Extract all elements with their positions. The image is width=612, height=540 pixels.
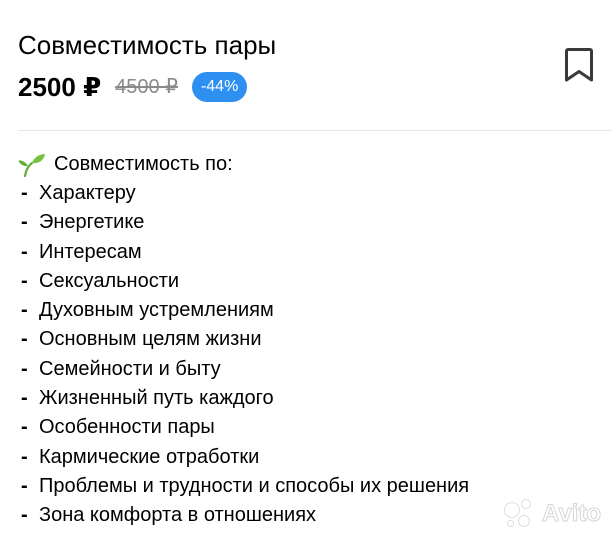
sprout-icon (18, 153, 45, 177)
list-item: - Сексуальности (18, 267, 598, 296)
list-dash: - (21, 504, 28, 527)
avito-logo-dots (504, 499, 538, 529)
list-item: - Духовным устремлениям (18, 296, 598, 325)
description: Совместимость по: - Характеру - Энергетике… (18, 150, 598, 531)
list-dash: - (21, 416, 28, 439)
price-row: 2500 ₽ 4500 ₽ -44% (18, 70, 248, 104)
list-item: - Кармические отработки (18, 443, 598, 472)
list-item: - Особенности пары (18, 413, 598, 442)
list-dash: - (21, 474, 28, 497)
avito-watermark-text: Avito (541, 500, 602, 528)
list-item-text: Семейности и быту (39, 357, 221, 380)
current-price: 2500 ₽ (18, 72, 102, 102)
list-item-text: Интересам (39, 240, 142, 263)
list-dash: - (21, 299, 28, 322)
list-dash: - (21, 357, 28, 380)
list-item: - Энергетике (18, 208, 598, 237)
list-dash: - (21, 240, 28, 263)
avito-watermark: Avito (504, 499, 602, 529)
list-item-text: Сексуальности (39, 269, 180, 292)
list-item: - Проблемы и трудности и способы их решен… (18, 472, 598, 501)
discount-badge: -44% (191, 72, 248, 102)
divider (18, 130, 612, 131)
description-heading-text: Совместимость по: (54, 153, 233, 175)
list-item-text: Проблемы и трудности и способы их решени… (39, 474, 470, 497)
list-item: - Характеру (18, 179, 598, 208)
list-dash: - (21, 211, 28, 234)
bookmark-button[interactable] (559, 45, 599, 85)
bookmark-icon (565, 48, 593, 82)
list-item: - Семейности и быту (18, 355, 598, 384)
list-item-text: Энергетике (39, 211, 145, 234)
compatibility-list: - Характеру - Энергетике - Интересам - Сексу… (18, 179, 598, 531)
list-dash: - (21, 269, 28, 292)
list-dash: - (21, 445, 28, 468)
list-item-text: Характеру (39, 182, 136, 204)
list-dash: - (21, 328, 28, 351)
list-item-text: Кармические отработки (39, 445, 260, 468)
list-dash: - (21, 387, 28, 410)
list-item-text: Духовным устремлениям (39, 299, 274, 322)
list-dash: - (21, 182, 28, 204)
description-heading: Совместимость по: (18, 150, 598, 179)
listing-header: Совместимость пары 2500 ₽ 4500 ₽ -44% (0, 0, 612, 130)
list-item: - Жизненный путь каждого (18, 384, 598, 413)
list-item: - Интересам (18, 238, 598, 267)
list-item-text: Жизненный путь каждого (39, 387, 274, 410)
list-item-text: Зона комфорта в отношениях (39, 504, 317, 527)
listing-title: Совместимость пары (18, 30, 277, 60)
list-item-text: Основным целям жизни (39, 328, 262, 351)
list-item: - Основным целям жизни (18, 325, 598, 354)
old-price: 4500 ₽ (115, 76, 178, 98)
list-item-text: Особенности пары (39, 416, 215, 439)
